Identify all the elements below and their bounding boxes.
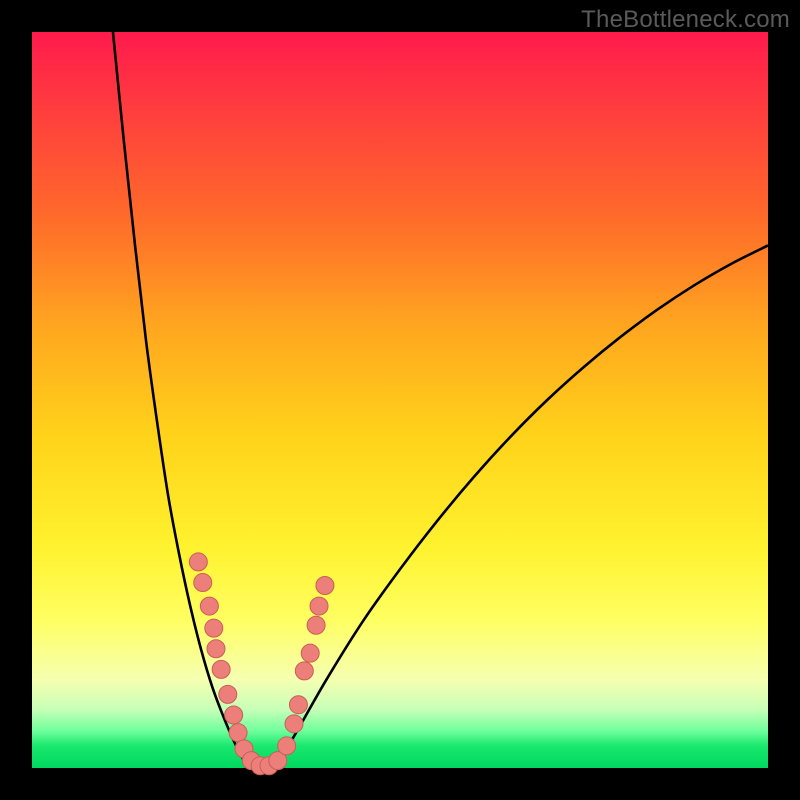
marker-dot [225,706,243,724]
marker-dot [219,685,237,703]
markers-group [189,553,334,775]
marker-dot [307,616,325,634]
marker-dot [278,737,296,755]
curve-group [113,32,768,769]
marker-dot [289,696,307,714]
chart-frame: TheBottleneck.com [0,0,800,800]
marker-dot [207,640,225,658]
marker-dot [285,715,303,733]
marker-dot [189,553,207,571]
marker-dot [316,576,334,594]
marker-dot [229,724,247,742]
curve-svg [32,32,768,768]
marker-dot [301,644,319,662]
marker-dot [205,619,223,637]
marker-dot [200,597,218,615]
marker-dot [295,662,313,680]
plot-area [32,32,768,768]
marker-dot [310,597,328,615]
watermark-text: TheBottleneck.com [581,6,790,34]
marker-dot [194,574,212,592]
bottleneck-curve-path [113,32,768,769]
marker-dot [212,660,230,678]
